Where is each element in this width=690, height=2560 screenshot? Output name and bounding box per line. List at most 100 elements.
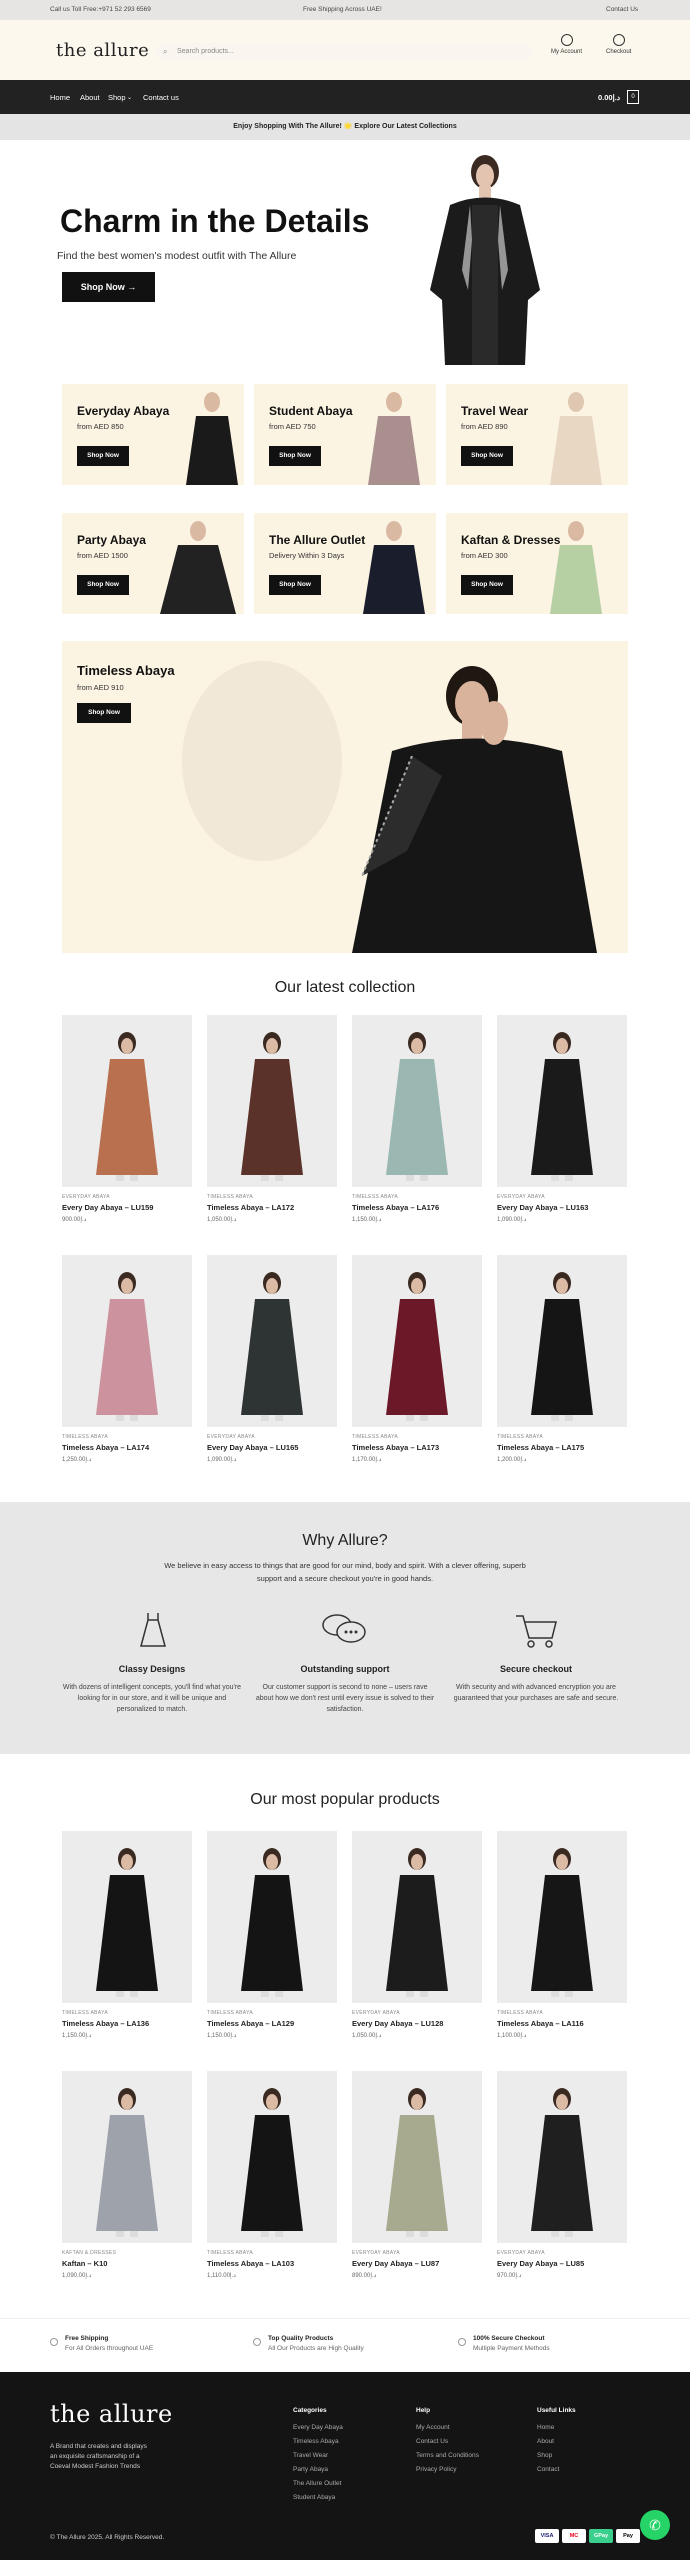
product-image[interactable] — [352, 1015, 482, 1187]
product-image[interactable] — [497, 2071, 627, 2243]
footer-link[interactable]: Terms and Conditions — [416, 2452, 479, 2459]
search-input[interactable]: ⌕ Search products... — [155, 43, 533, 61]
footer-logo[interactable]: the allure — [50, 2400, 173, 2428]
product-card[interactable]: Timeless Abaya Timeless Abaya – LA103 1,11… — [207, 2071, 337, 2279]
footer-link[interactable]: Shop — [537, 2452, 576, 2459]
product-card[interactable]: Kaftan & Dresses Kaftan – K10 1,090.00د.إ — [62, 2071, 192, 2279]
contact-link[interactable]: Contact Us — [606, 6, 638, 13]
product-image[interactable] — [352, 2071, 482, 2243]
product-image[interactable] — [207, 1831, 337, 2003]
whatsapp-icon[interactable]: ✆ — [640, 2510, 670, 2540]
footer-link[interactable]: Timeless Abaya — [293, 2438, 343, 2445]
product-image[interactable] — [207, 2071, 337, 2243]
product-name[interactable]: Timeless Abaya – LA116 — [497, 2019, 627, 2028]
product-card[interactable]: Timeless Abaya Timeless Abaya – LA116 1,10… — [497, 1831, 627, 2039]
product-name[interactable]: Timeless Abaya – LA174 — [62, 1443, 192, 1452]
product-price: 1,170.00د.إ — [352, 1457, 382, 1463]
product-card[interactable]: Everyday Abaya Every Day Abaya – LU163 1,0… — [497, 1015, 627, 1223]
product-name[interactable]: Every Day Abaya – LU128 — [352, 2019, 482, 2028]
product-card[interactable]: Everyday Abaya Every Day Abaya – LU159 900… — [62, 1015, 192, 1223]
footer-link[interactable]: Every Day Abaya — [293, 2424, 343, 2431]
product-name[interactable]: Every Day Abaya – LU87 — [352, 2259, 482, 2268]
product-image[interactable] — [207, 1015, 337, 1187]
shop-now-button[interactable]: Shop Now — [269, 575, 321, 595]
footer-link[interactable]: Travel Wear — [293, 2452, 343, 2459]
product-image[interactable] — [352, 1255, 482, 1427]
cart-icon[interactable]: 0 — [627, 90, 639, 104]
shop-now-button[interactable]: Shop Now — [77, 446, 129, 466]
hero-shop-button[interactable]: Shop Now → — [62, 272, 155, 302]
product-name[interactable]: Every Day Abaya – LU85 — [497, 2259, 627, 2268]
footer-link[interactable]: Privacy Policy — [416, 2466, 479, 2473]
product-card[interactable]: Everyday Abaya Every Day Abaya – LU128 1,0… — [352, 1831, 482, 2039]
nav-item-shop[interactable]: Shop — [108, 93, 126, 102]
category-tile-student[interactable]: Student Abaya from AED 750 Shop Now — [254, 384, 436, 485]
category-model-image — [368, 392, 420, 485]
product-card[interactable]: Everyday Abaya Every Day Abaya – LU85 970.… — [497, 2071, 627, 2279]
category-tile-outlet[interactable]: The Allure Outlet Delivery Within 3 Days… — [254, 513, 436, 614]
account-button[interactable]: My Account — [551, 34, 582, 55]
footer-link[interactable]: Contact — [537, 2466, 576, 2473]
product-name[interactable]: Every Day Abaya – LU163 — [497, 1203, 627, 1212]
product-name[interactable]: Timeless Abaya – LA175 — [497, 1443, 627, 1452]
footer-link[interactable]: Party Abaya — [293, 2466, 343, 2473]
product-price: 1,150.00د.إ — [352, 1217, 382, 1223]
product-name[interactable]: Every Day Abaya – LU159 — [62, 1203, 192, 1212]
product-card[interactable]: Timeless Abaya Timeless Abaya – LA175 1,20… — [497, 1255, 627, 1463]
product-model-image — [96, 1272, 158, 1421]
cart-total[interactable]: 0.00د.إ — [598, 93, 620, 102]
timeless-abaya-banner[interactable]: Timeless Abaya from AED 910 Shop Now — [62, 641, 628, 953]
product-name[interactable]: Timeless Abaya – LA136 — [62, 2019, 192, 2028]
product-name[interactable]: Timeless Abaya – LA172 — [207, 1203, 337, 1212]
product-price: 1,100.00د.إ — [497, 2033, 527, 2039]
product-name[interactable]: Timeless Abaya – LA173 — [352, 1443, 482, 1452]
feature-classy-designs: Classy Designs With dozens of intelligen… — [62, 1664, 242, 1715]
checkout-button[interactable]: Checkout — [606, 34, 631, 55]
product-image[interactable] — [62, 2071, 192, 2243]
shop-now-button[interactable]: Shop Now — [461, 575, 513, 595]
product-image[interactable] — [207, 1255, 337, 1427]
product-image[interactable] — [497, 1255, 627, 1427]
product-image[interactable] — [62, 1255, 192, 1427]
category-tile-everyday[interactable]: Everyday Abaya from AED 850 Shop Now — [62, 384, 244, 485]
product-name[interactable]: Timeless Abaya – LA103 — [207, 2259, 337, 2268]
benefit-title: Free Shipping — [65, 2335, 109, 2342]
product-name[interactable]: Timeless Abaya – LA176 — [352, 1203, 482, 1212]
nav-item-home[interactable]: Home — [50, 93, 70, 102]
category-tile-travel[interactable]: Travel Wear from AED 890 Shop Now — [446, 384, 628, 485]
footer-link[interactable]: Home — [537, 2424, 576, 2431]
category-tile-party[interactable]: Party Abaya from AED 1500 Shop Now — [62, 513, 244, 614]
nav-item-contact[interactable]: Contact us — [143, 93, 179, 102]
category-tile-kaftan[interactable]: Kaftan & Dresses from AED 300 Shop Now — [446, 513, 628, 614]
product-card[interactable]: Everyday Abaya Every Day Abaya – LU165 1,0… — [207, 1255, 337, 1463]
product-card[interactable]: Timeless Abaya Timeless Abaya – LA174 1,25… — [62, 1255, 192, 1463]
shop-now-button[interactable]: Shop Now — [461, 446, 513, 466]
product-image[interactable] — [62, 1831, 192, 2003]
product-name[interactable]: Timeless Abaya – LA129 — [207, 2019, 337, 2028]
chevron-down-icon: ⌄ — [127, 95, 133, 101]
footer-link[interactable]: My Account — [416, 2424, 479, 2431]
product-card[interactable]: Timeless Abaya Timeless Abaya – LA172 1,05… — [207, 1015, 337, 1223]
nav-item-about[interactable]: About — [80, 93, 100, 102]
product-card[interactable]: Timeless Abaya Timeless Abaya – LA173 1,17… — [352, 1255, 482, 1463]
product-card[interactable]: Everyday Abaya Every Day Abaya – LU87 890.… — [352, 2071, 482, 2279]
product-price: 890.00د.إ — [352, 2273, 377, 2279]
product-image[interactable] — [497, 1831, 627, 2003]
logo[interactable]: the allure — [56, 40, 149, 61]
shop-now-button[interactable]: Shop Now — [77, 575, 129, 595]
product-card[interactable]: Timeless Abaya Timeless Abaya – LA136 1,15… — [62, 1831, 192, 2039]
product-card[interactable]: Timeless Abaya Timeless Abaya – LA129 1,15… — [207, 1831, 337, 2039]
footer-link[interactable]: The Allure Outlet — [293, 2480, 343, 2487]
footer-link[interactable]: About — [537, 2438, 576, 2445]
product-image[interactable] — [352, 1831, 482, 2003]
product-name[interactable]: Every Day Abaya – LU165 — [207, 1443, 337, 1452]
product-name[interactable]: Kaftan – K10 — [62, 2259, 192, 2268]
product-image[interactable] — [497, 1015, 627, 1187]
feature-title: Classy Designs — [118, 1664, 186, 1674]
benefit-title: 100% Secure Checkout — [473, 2335, 545, 2342]
product-image[interactable] — [62, 1015, 192, 1187]
footer-link[interactable]: Contact Us — [416, 2438, 479, 2445]
footer-link[interactable]: Student Abaya — [293, 2494, 343, 2501]
shop-now-button[interactable]: Shop Now — [269, 446, 321, 466]
product-card[interactable]: Timeless Abaya Timeless Abaya – LA176 1,15… — [352, 1015, 482, 1223]
